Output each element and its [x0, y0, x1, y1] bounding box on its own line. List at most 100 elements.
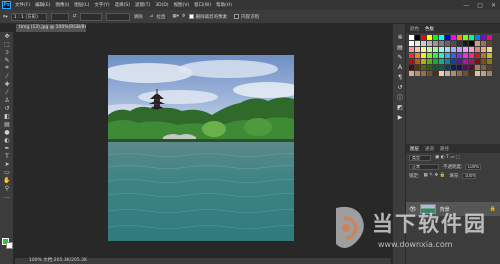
swatch-6-3[interactable] [427, 71, 432, 76]
path-select-tool-icon[interactable]: ➤ [0, 160, 14, 168]
swatch-4-5[interactable] [439, 59, 444, 64]
swatch-4-1[interactable] [415, 59, 420, 64]
swatch-1-13[interactable] [487, 41, 492, 46]
tab-paths[interactable]: 路径 [440, 146, 449, 152]
swatch-3-10[interactable] [469, 53, 474, 58]
swatch-3-4[interactable] [433, 53, 438, 58]
swatch-3-11[interactable] [475, 53, 480, 58]
clear-button[interactable]: 清除 [134, 14, 143, 20]
swatch-3-1[interactable] [415, 53, 420, 58]
brush-preset-icon[interactable]: ✎ [393, 52, 407, 62]
swatch-0-10[interactable] [469, 35, 474, 40]
swatch-6-11[interactable] [475, 71, 480, 76]
dodge-tool-icon[interactable]: ◐ [0, 136, 14, 144]
character-icon[interactable]: A [393, 62, 407, 72]
swatch-2-9[interactable] [463, 47, 468, 52]
swatch-5-7[interactable] [451, 65, 456, 70]
move-tool-icon[interactable]: ✥ [0, 32, 14, 40]
hand-tool-icon[interactable]: ✋ [0, 176, 14, 184]
swatch-2-8[interactable] [457, 47, 462, 52]
swatch-6-1[interactable] [415, 71, 420, 76]
healing-brush-tool-icon[interactable]: ✚ [0, 80, 14, 88]
crop-tool-icon[interactable]: ⌗▾ [3, 14, 8, 20]
swatch-5-13[interactable] [487, 65, 492, 70]
swatch-3-3[interactable] [427, 53, 432, 58]
opacity-input[interactable]: 100% [464, 163, 481, 170]
swatch-5-0[interactable] [409, 65, 414, 70]
swatch-0-4[interactable] [433, 35, 438, 40]
swatch-1-5[interactable] [439, 41, 444, 46]
delete-cropped-checkbox[interactable] [188, 14, 194, 19]
swatch-3-5[interactable] [439, 53, 444, 58]
swatch-1-4[interactable] [433, 41, 438, 46]
swatch-2-4[interactable] [433, 47, 438, 52]
lasso-tool-icon[interactable]: ↄ [0, 48, 14, 56]
swatch-3-13[interactable] [487, 53, 492, 58]
ratio-width-input[interactable] [50, 12, 69, 21]
swatch-1-1[interactable] [415, 41, 420, 46]
menu-image[interactable]: 图像(I) [55, 2, 69, 8]
zoom-tool-icon[interactable]: ⚲ [0, 184, 14, 192]
close-button[interactable]: ✕ [491, 2, 496, 9]
menu-edit[interactable]: 编辑(E) [35, 2, 50, 8]
swatch-6-4[interactable] [433, 71, 438, 76]
swatch-2-6[interactable] [445, 47, 450, 52]
swatch-0-5[interactable] [439, 35, 444, 40]
color-swatch[interactable] [2, 238, 14, 250]
swatch-5-1[interactable] [415, 65, 420, 70]
swatch-2-5[interactable] [439, 47, 444, 52]
menu-3d[interactable]: 3D(D) [155, 3, 168, 8]
history-brush-tool-icon[interactable]: ↺ [0, 104, 14, 112]
swatch-6-8[interactable] [457, 71, 462, 76]
swatch-1-0[interactable] [409, 41, 414, 46]
swatch-0-13[interactable] [487, 35, 492, 40]
swatch-0-3[interactable] [427, 35, 432, 40]
document-tab[interactable]: timg (13).jpg @ 100%(RGB/8#) * [16, 24, 86, 32]
background-color[interactable] [6, 242, 13, 249]
swatch-2-2[interactable] [421, 47, 426, 52]
swatch-6-7[interactable] [451, 71, 456, 76]
swatch-6-6[interactable] [445, 71, 450, 76]
menu-window[interactable]: 窗口(W) [194, 2, 211, 8]
swatch-2-11[interactable] [475, 47, 480, 52]
straighten-icon[interactable]: ⊿ [150, 14, 154, 19]
properties-icon[interactable]: ▤ [393, 42, 407, 52]
actions-icon[interactable]: ▶ [393, 112, 407, 122]
swatches-grid[interactable] [409, 35, 497, 76]
fill-input[interactable]: 100% [461, 172, 476, 179]
straighten-button[interactable]: 拉直 [156, 14, 165, 20]
menu-help[interactable]: 帮助(H) [216, 2, 232, 8]
swatch-5-3[interactable] [427, 65, 432, 70]
swatch-5-4[interactable] [433, 65, 438, 70]
minimize-button[interactable]: — [463, 2, 469, 9]
swatch-0-1[interactable] [415, 35, 420, 40]
type-tool-icon[interactable]: T [0, 152, 14, 160]
swatch-3-12[interactable] [481, 53, 486, 58]
ratio-extra-input[interactable] [105, 12, 130, 21]
swatch-6-0[interactable] [409, 71, 414, 76]
swatch-1-7[interactable] [451, 41, 456, 46]
marquee-tool-icon[interactable]: ⬚ [0, 40, 14, 48]
swatch-0-6[interactable] [445, 35, 450, 40]
swatch-6-5[interactable] [439, 71, 444, 76]
brush-tool-icon[interactable]: ⁄ [0, 88, 14, 96]
swatch-4-13[interactable] [487, 59, 492, 64]
swatch-4-2[interactable] [421, 59, 426, 64]
swatch-1-6[interactable] [445, 41, 450, 46]
swatch-3-6[interactable] [445, 53, 450, 58]
swatch-1-8[interactable] [457, 41, 462, 46]
gradient-tool-icon[interactable]: ▤ [0, 120, 14, 128]
ratio-select[interactable]: 1 : 1 (方形) [10, 12, 47, 21]
swatch-6-10[interactable] [469, 71, 474, 76]
swatch-4-6[interactable] [445, 59, 450, 64]
tab-channels[interactable]: 通道 [425, 146, 434, 152]
swatch-2-7[interactable] [451, 47, 456, 52]
menu-layer[interactable]: 图层(L) [74, 2, 89, 8]
tab-color[interactable]: 颜色 [410, 26, 419, 32]
swatch-5-10[interactable] [469, 65, 474, 70]
swatch-6-12[interactable] [481, 71, 486, 76]
swatch-5-5[interactable] [439, 65, 444, 70]
swatch-4-7[interactable] [451, 59, 456, 64]
menu-filter[interactable]: 滤镜(T) [135, 2, 150, 8]
menu-type[interactable]: 文字(Y) [94, 2, 109, 8]
